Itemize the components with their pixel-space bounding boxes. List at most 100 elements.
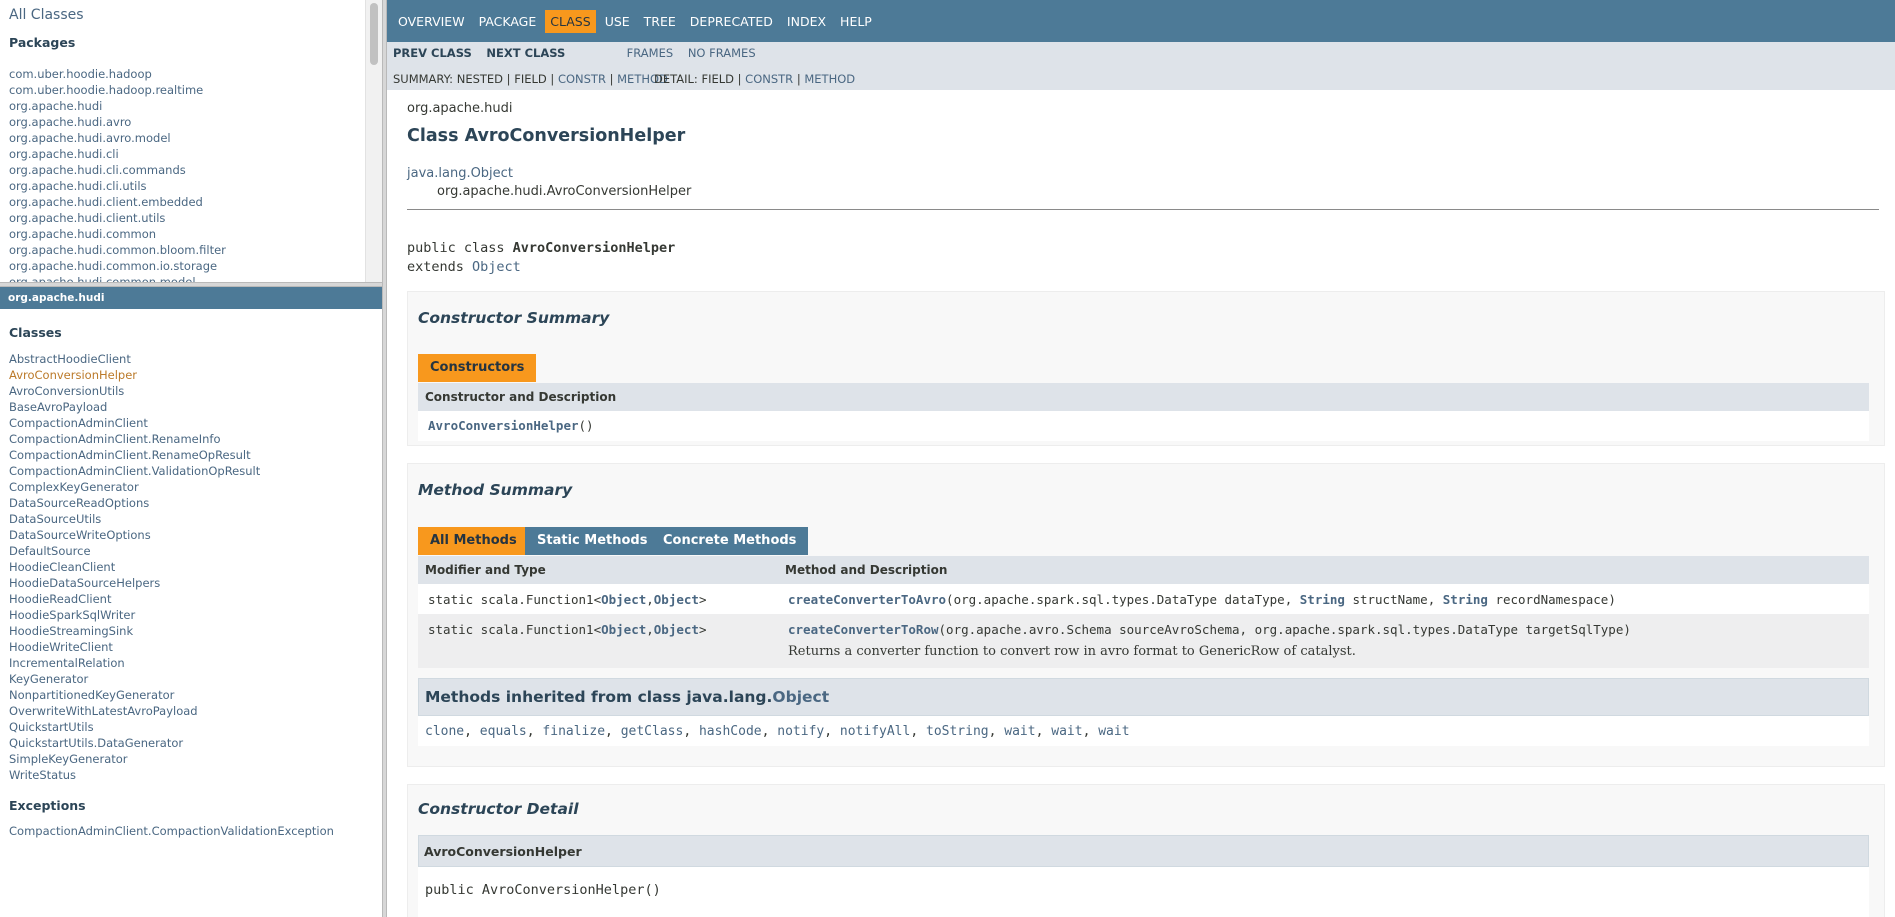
prev-class-link[interactable]: PREV CLASS <box>393 46 472 60</box>
top-navbar: OVERVIEW PACKAGE CLASS USE TREE DEPRECATED IND… <box>387 0 1895 42</box>
inherited-method-link[interactable]: notifyAll <box>840 724 910 739</box>
next-class-link[interactable]: NEXT CLASS <box>486 46 565 60</box>
inherited-method-link[interactable]: notify <box>777 724 824 739</box>
class-link[interactable]: DefaultSource <box>9 544 91 558</box>
inherited-method-link[interactable]: hashCode <box>699 724 762 739</box>
type-object-link[interactable]: Object <box>654 622 699 637</box>
nav-index[interactable]: INDEX <box>782 10 831 33</box>
class-link[interactable]: ComplexKeyGenerator <box>9 480 139 494</box>
package-link[interactable]: org.apache.hudi.avro <box>9 115 131 129</box>
package-link[interactable]: com.uber.hoodie.hadoop <box>9 67 152 81</box>
class-link[interactable]: SimpleKeyGenerator <box>9 752 128 766</box>
constructor-args: () <box>578 418 594 433</box>
inherited-method-link[interactable]: equals <box>480 724 527 739</box>
tab-static-methods[interactable]: Static Methods <box>525 527 660 555</box>
class-link[interactable]: OverwriteWithLatestAvroPayload <box>9 704 198 718</box>
decl-object-link[interactable]: Object <box>472 259 521 275</box>
class-link[interactable]: AbstractHoodieClient <box>9 352 131 366</box>
class-link[interactable]: CompactionAdminClient.RenameInfo <box>9 432 221 446</box>
tab-constructors[interactable]: Constructors <box>418 354 537 382</box>
class-link[interactable]: HoodieSparkSqlWriter <box>9 608 135 622</box>
list-item: HoodieReadClient <box>9 591 260 607</box>
type-object-link[interactable]: Object <box>601 592 646 607</box>
separator: , <box>605 724 621 739</box>
package-link[interactable]: org.apache.hudi.common.io.storage <box>9 259 217 273</box>
detail-method-link[interactable]: METHOD <box>804 72 855 86</box>
summary-constr-link[interactable]: CONSTR <box>558 72 606 86</box>
package-link[interactable]: com.uber.hoodie.hadoop.realtime <box>9 83 203 97</box>
method-link-createConverterToRow[interactable]: createConverterToRow <box>788 622 939 637</box>
inherited-object-link[interactable]: Object <box>772 688 829 706</box>
inherited-method-link[interactable]: wait <box>1004 724 1035 739</box>
class-link[interactable]: IncrementalRelation <box>9 656 125 670</box>
class-link[interactable]: HoodieStreamingSink <box>9 624 133 638</box>
nav-overview[interactable]: OVERVIEW <box>393 10 470 33</box>
class-link[interactable]: CompactionAdminClient <box>9 416 148 430</box>
method-col-header: Method and Description <box>785 563 948 577</box>
list-item: org.apache.hudi.common <box>9 226 226 242</box>
package-link[interactable]: org.apache.hudi.client.utils <box>9 211 165 225</box>
class-link[interactable]: CompactionAdminClient.ValidationOpResult <box>9 464 260 478</box>
class-link[interactable]: HoodieCleanClient <box>9 560 115 574</box>
class-link[interactable]: CompactionAdminClient.RenameOpResult <box>9 448 251 462</box>
detail-constr-link[interactable]: CONSTR <box>745 72 793 86</box>
nav-help[interactable]: HELP <box>835 10 877 33</box>
list-item: CompactionAdminClient.RenameOpResult <box>9 447 260 463</box>
constructor-link[interactable]: AvroConversionHelper <box>428 418 579 433</box>
no-frames-link[interactable]: NO FRAMES <box>688 46 756 60</box>
method-link-createConverterToAvro[interactable]: createConverterToAvro <box>788 592 946 607</box>
list-item: DataSourceUtils <box>9 511 260 527</box>
inherited-method-link[interactable]: getClass <box>621 724 684 739</box>
scrollbar-thumb[interactable] <box>370 3 378 65</box>
package-link[interactable]: org.apache.hudi.common.bloom.filter <box>9 243 226 257</box>
tab-all-methods[interactable]: All Methods <box>418 527 529 555</box>
class-link[interactable]: QuickstartUtils.DataGenerator <box>9 736 183 750</box>
inherited-method-link[interactable]: wait <box>1051 724 1082 739</box>
class-link[interactable]: KeyGenerator <box>9 672 88 686</box>
package-link[interactable]: org.apache.hudi.common <box>9 227 156 241</box>
superclass-link[interactable]: java.lang.Object <box>407 166 513 181</box>
nav-deprecated[interactable]: DEPRECATED <box>685 10 778 33</box>
inherited-method-link[interactable]: toString <box>926 724 989 739</box>
exception-link[interactable]: CompactionAdminClient.CompactionValidati… <box>9 824 334 838</box>
list-item: ComplexKeyGenerator <box>9 479 260 495</box>
method-signature: createConverterToAvro(org.apache.spark.s… <box>788 592 1616 607</box>
nav-use[interactable]: USE <box>600 10 635 33</box>
inherited-method-link[interactable]: finalize <box>542 724 605 739</box>
type-object-link[interactable]: Object <box>601 622 646 637</box>
string-type-link[interactable]: String <box>1300 592 1345 607</box>
nav-package[interactable]: PACKAGE <box>474 10 542 33</box>
class-link[interactable]: HoodieReadClient <box>9 592 111 606</box>
string-type-link[interactable]: String <box>1443 592 1488 607</box>
inherited-method-link[interactable]: clone <box>425 724 464 739</box>
summary-detail-bar: SUMMARY: NESTED | FIELD | CONSTR | METHO… <box>387 66 1895 90</box>
class-link[interactable]: BaseAvroPayload <box>9 400 107 414</box>
class-link[interactable]: AvroConversionUtils <box>9 384 124 398</box>
class-link[interactable]: QuickstartUtils <box>9 720 94 734</box>
package-link[interactable]: org.apache.hudi <box>9 99 102 113</box>
package-bar[interactable]: org.apache.hudi <box>0 287 382 309</box>
class-link[interactable]: HoodieDataSourceHelpers <box>9 576 160 590</box>
class-link[interactable]: WriteStatus <box>9 768 76 782</box>
type-object-link[interactable]: Object <box>654 592 699 607</box>
package-link[interactable]: org.apache.hudi.cli <box>9 147 119 161</box>
package-link[interactable]: org.apache.hudi.cli.utils <box>9 179 147 193</box>
package-link[interactable]: org.apache.hudi.avro.model <box>9 131 171 145</box>
package-link[interactable]: org.apache.hudi.common.model <box>9 275 196 282</box>
list-item: CompactionAdminClient.CompactionValidati… <box>9 823 334 839</box>
packages-scrollbar[interactable] <box>365 0 382 282</box>
class-link[interactable]: DataSourceWriteOptions <box>9 528 151 542</box>
class-link[interactable]: DataSourceUtils <box>9 512 101 526</box>
frames-link[interactable]: FRAMES <box>627 46 674 60</box>
tab-concrete-methods[interactable]: Concrete Methods <box>651 527 809 555</box>
inherited-method-link[interactable]: wait <box>1098 724 1129 739</box>
class-link[interactable]: NonpartitionedKeyGenerator <box>9 688 174 702</box>
list-item: CompactionAdminClient <box>9 415 260 431</box>
nav-tree[interactable]: TREE <box>639 10 681 33</box>
class-link[interactable]: HoodieWriteClient <box>9 640 113 654</box>
package-link[interactable]: org.apache.hudi.cli.commands <box>9 163 186 177</box>
class-link[interactable]: AvroConversionHelper <box>9 368 137 382</box>
package-link[interactable]: org.apache.hudi.client.embedded <box>9 195 203 209</box>
all-classes-link[interactable]: All Classes <box>9 7 84 23</box>
class-link[interactable]: DataSourceReadOptions <box>9 496 149 510</box>
